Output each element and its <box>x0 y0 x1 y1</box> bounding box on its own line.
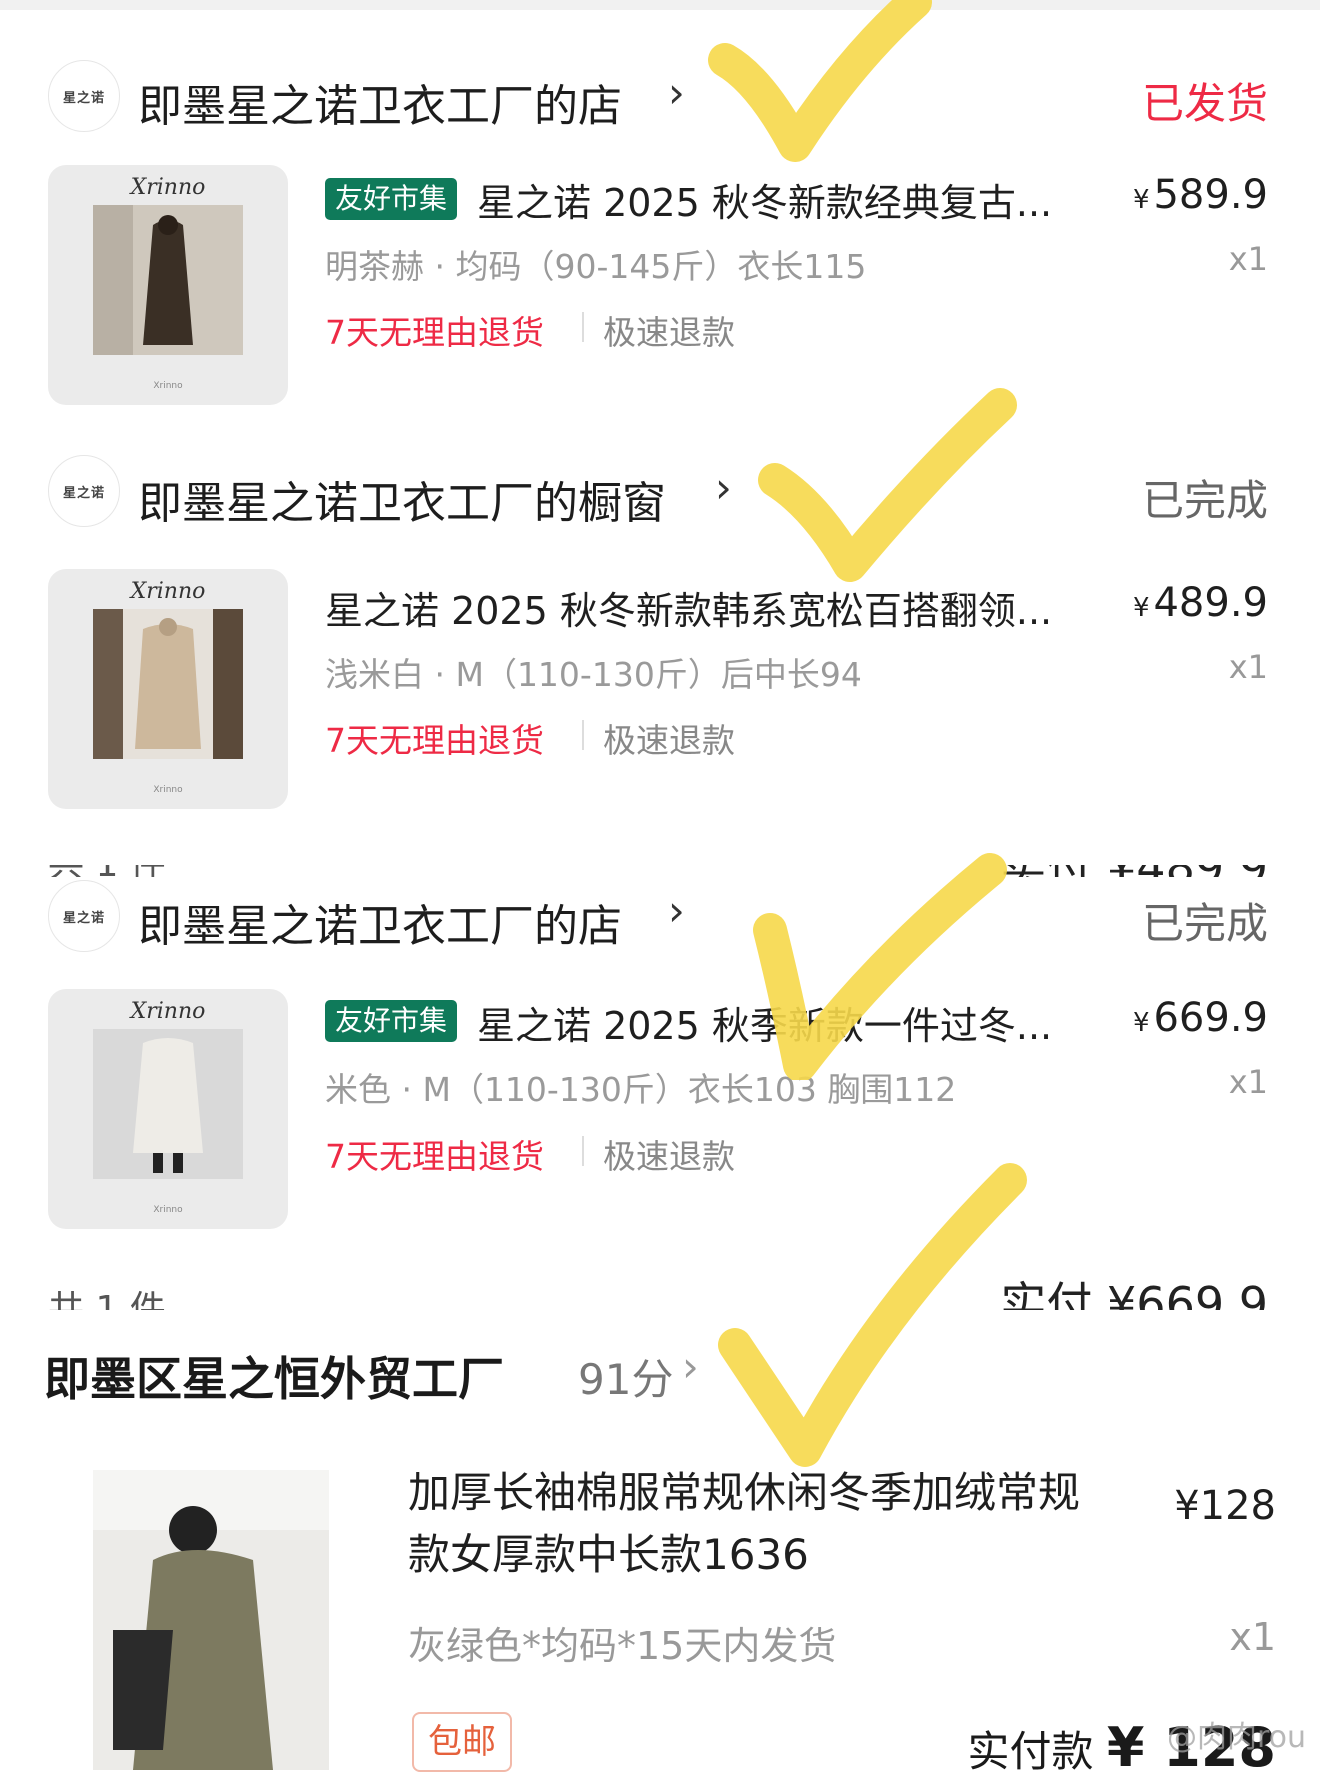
order-footer-clipped: 共 1 件 实付 ¥489.9 <box>0 865 1320 877</box>
return-policy: 7天无理由退货 <box>325 313 544 352</box>
product-spec: 浅米白 · M（110-130斤）后中长94 <box>325 655 862 694</box>
fast-refund: 极速退款 <box>603 721 735 760</box>
shop-name[interactable]: 即墨星之诺卫衣工厂的橱窗 <box>138 467 666 531</box>
currency-symbol: ¥ <box>1132 593 1150 623</box>
chevron-right-icon: › <box>715 463 732 512</box>
order-card[interactable]: 星之诺 即墨星之诺卫衣工厂的店 › 已完成 Xrinno Xrinno 友好市集… <box>0 880 1320 1310</box>
product-price: ¥589.9 <box>1133 172 1268 218</box>
chevron-right-icon: › <box>682 1342 699 1391</box>
price-value: 669.9 <box>1153 995 1268 1041</box>
service-divider <box>582 1136 584 1166</box>
shop-header[interactable]: 星之诺 即墨星之诺卫衣工厂的店 › 已完成 <box>0 880 1320 970</box>
order-status: 已完成 <box>1141 899 1268 948</box>
order-card[interactable]: 星之诺 即墨星之诺卫衣工厂的橱窗 › 已完成 Xrinno Xrinno 星之诺… <box>0 445 1320 877</box>
product-title[interactable]: 星之诺 2025 秋季新款一件过冬... <box>477 995 1097 1050</box>
item-count: 共 1 件 <box>48 1289 166 1310</box>
product-price: ¥489.9 <box>1133 580 1268 626</box>
free-shipping-badge: 包邮 <box>412 1712 512 1772</box>
price-value: 489.9 <box>1153 580 1268 626</box>
service-divider <box>582 312 584 342</box>
product-price: ¥669.9 <box>1133 995 1268 1041</box>
shop-name[interactable]: 即墨星之诺卫衣工厂的店 <box>138 70 622 134</box>
product-photo <box>93 1470 329 1770</box>
fast-refund: 极速退款 <box>603 1137 735 1176</box>
fast-refund: 极速退款 <box>603 313 735 352</box>
chevron-right-icon: › <box>668 886 685 935</box>
product-thumbnail[interactable] <box>93 1470 329 1770</box>
shop-header[interactable]: 星之诺 即墨星之诺卫衣工厂的店 › 已发货 <box>0 50 1320 140</box>
top-divider <box>0 0 1320 10</box>
thumb-caption: Xrinno <box>153 1205 183 1215</box>
chevron-right-icon: › <box>668 68 685 117</box>
paid-label: 实付款 <box>967 1727 1094 1776</box>
product-qty: x1 <box>1228 240 1268 278</box>
watermark: @肉肉rou <box>1166 1720 1306 1755</box>
order-status: 已发货 <box>1141 79 1268 128</box>
thumb-caption: Xrinno <box>153 785 183 795</box>
service-divider <box>582 720 584 750</box>
order-card[interactable]: 星之诺 即墨星之诺卫衣工厂的店 › 已发货 Xrinno Xrinno 友好市集… <box>0 40 1320 420</box>
shop-logo: 星之诺 <box>48 60 120 132</box>
product-title[interactable]: 星之诺 2025 秋冬新款经典复古... <box>477 172 1097 227</box>
currency-symbol: ¥ <box>1132 185 1150 215</box>
shop-logo: 星之诺 <box>48 455 120 527</box>
product-spec: 明茶赫 · 均码（90-145斤）衣长115 <box>325 247 867 286</box>
product-spec: 灰绿色*均码*15天内发货 <box>408 1624 837 1668</box>
return-policy: 7天无理由退货 <box>325 721 544 760</box>
product-spec: 米色 · M（110-130斤）衣长103 胸围112 <box>325 1070 957 1109</box>
wholesale-order-card[interactable]: 即墨区星之恒外贸工厂 91分 › 加厚长袖棉服常规休闲冬季加绒常规款女厚款中长款… <box>0 1320 1320 1779</box>
thumb-caption: Xrinno <box>153 381 183 391</box>
brand-script: Xrinno <box>130 999 206 1024</box>
product-photo <box>93 609 243 759</box>
product-qty: x1 <box>1228 648 1268 686</box>
return-policy: 7天无理由退货 <box>325 1137 544 1176</box>
paid-amount: 实付 ¥489.9 <box>1000 865 1268 877</box>
product-qty: x1 <box>1228 1063 1268 1101</box>
item-count: 共 1 件 <box>48 865 166 877</box>
product-qty: x1 <box>1229 1615 1276 1659</box>
market-tag: 友好市集 <box>325 1000 458 1042</box>
product-thumbnail[interactable]: Xrinno Xrinno <box>48 989 288 1229</box>
brand-script: Xrinno <box>130 579 206 604</box>
shop-header[interactable]: 星之诺 即墨星之诺卫衣工厂的橱窗 › 已完成 <box>0 445 1320 535</box>
brand-script: Xrinno <box>130 175 206 200</box>
shop-logo: 星之诺 <box>48 880 120 952</box>
market-tag: 友好市集 <box>325 178 458 220</box>
store-name[interactable]: 即墨区星之恒外贸工厂 <box>44 1343 504 1409</box>
product-title[interactable]: 加厚长袖棉服常规休闲冬季加绒常规款女厚款中长款1636 <box>408 1462 1108 1586</box>
product-price: ¥128 <box>1174 1483 1276 1529</box>
product-thumbnail[interactable]: Xrinno Xrinno <box>48 165 288 405</box>
shop-name[interactable]: 即墨星之诺卫衣工厂的店 <box>138 890 622 954</box>
paid-amount: 实付 ¥669.9 <box>1000 1280 1268 1310</box>
store-score: 91分 <box>578 1355 674 1404</box>
product-title[interactable]: 星之诺 2025 秋冬新款韩系宽松百搭翻领... <box>325 580 1105 635</box>
product-photo <box>93 205 243 355</box>
order-status: 已完成 <box>1141 476 1268 525</box>
product-thumbnail[interactable]: Xrinno Xrinno <box>48 569 288 809</box>
currency-symbol: ¥ <box>1132 1008 1150 1038</box>
product-photo <box>93 1029 243 1179</box>
order-footer-clipped: 共 1 件 实付 ¥669.9 <box>0 1280 1320 1310</box>
price-value: 589.9 <box>1153 172 1268 218</box>
